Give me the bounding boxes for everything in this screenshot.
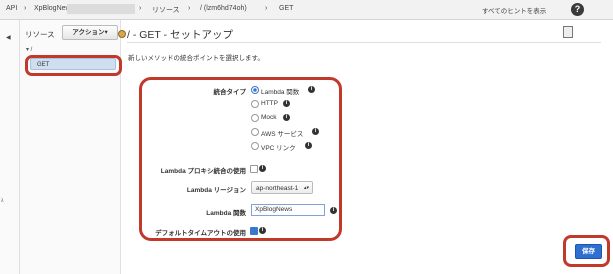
page-title: / - GET - セットアップ bbox=[127, 29, 233, 41]
breadcrumb-separator: › bbox=[265, 5, 268, 12]
actions-dropdown-button[interactable]: アクション▾ bbox=[62, 25, 118, 40]
redacted-api-id bbox=[67, 4, 135, 14]
annotation-highlight-save bbox=[563, 235, 610, 267]
breadcrumb-path[interactable]: / (lzm6hd74oh) bbox=[200, 5, 247, 12]
breadcrumb-separator: › bbox=[188, 5, 191, 12]
collapse-arrow-icon[interactable]: ◀ bbox=[6, 34, 11, 41]
breadcrumb-api[interactable]: API bbox=[6, 5, 17, 12]
annotation-highlight-get bbox=[25, 55, 122, 76]
title-divider bbox=[127, 42, 601, 43]
help-icon[interactable]: ? bbox=[571, 3, 584, 16]
annotation-highlight-form bbox=[139, 77, 342, 241]
rail-marker: λ bbox=[1, 198, 4, 204]
breadcrumb-separator: › bbox=[139, 5, 142, 12]
show-all-hints-link[interactable]: すべてのヒントを表示 bbox=[482, 5, 546, 15]
document-icon[interactable] bbox=[563, 26, 573, 38]
left-collapse-rail: ◀ λ bbox=[0, 20, 20, 274]
breadcrumb-method: GET bbox=[279, 5, 294, 12]
top-breadcrumb-bar: API › XpBlogNews › リソース › / (lzm6hd74oh)… bbox=[0, 0, 613, 20]
page-description: 新しいメソッドの統合ポイントを選択します。 bbox=[128, 55, 264, 62]
method-status-icon bbox=[118, 30, 126, 38]
breadcrumb-separator: › bbox=[24, 5, 27, 12]
resources-title: リソース bbox=[25, 30, 55, 39]
breadcrumb-resources[interactable]: リソース bbox=[152, 5, 180, 15]
resource-tree-root[interactable]: ▾ / bbox=[26, 46, 32, 53]
